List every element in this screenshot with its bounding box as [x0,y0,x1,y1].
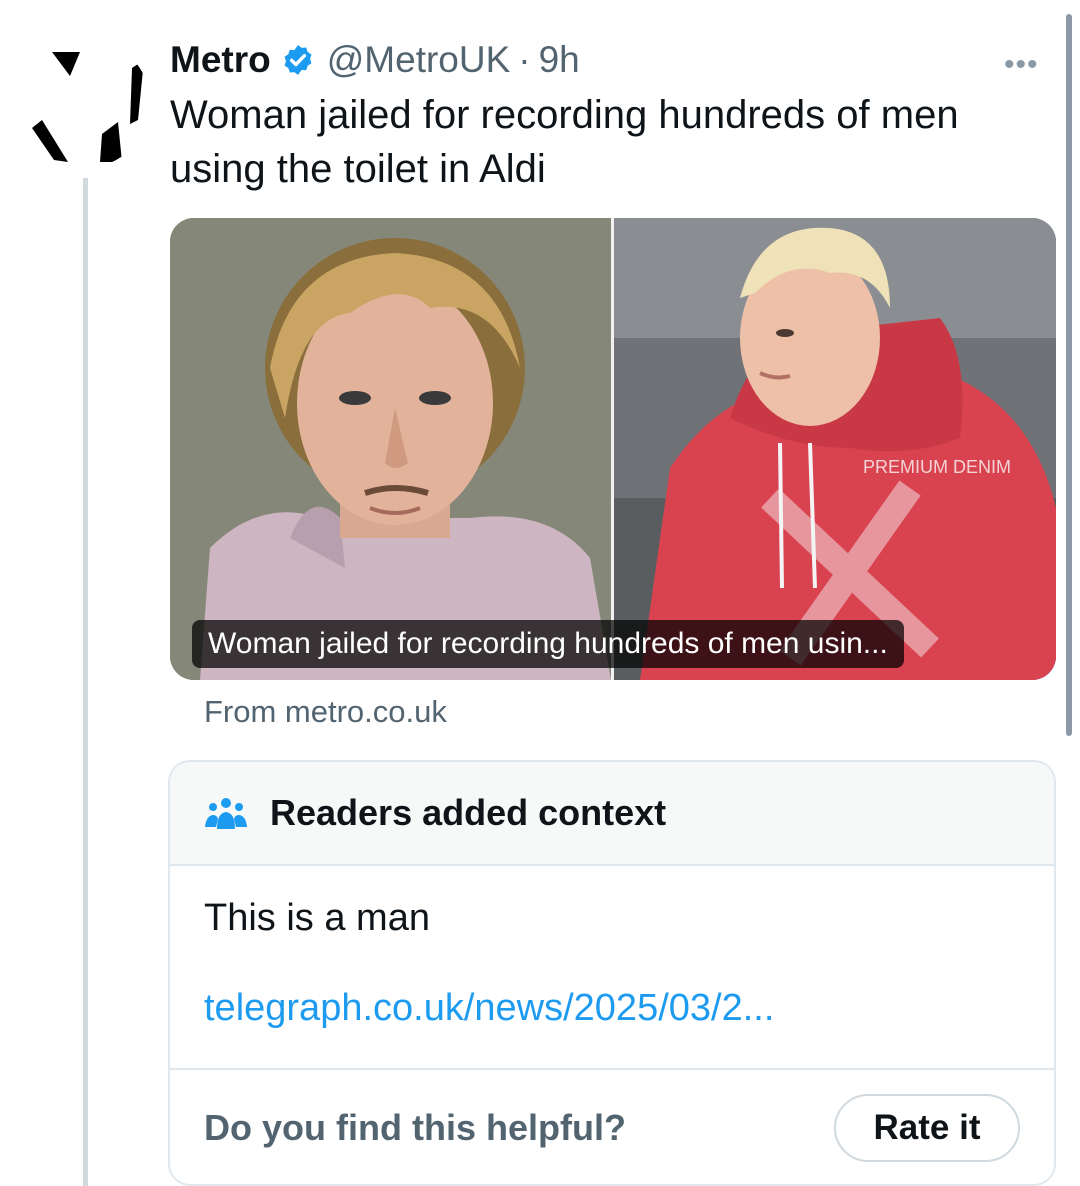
metro-logo-icon [20,38,150,168]
tweet-text: Woman jailed for recording hundreds of m… [170,93,959,191]
people-group-icon [205,798,247,829]
note-body: This is a man telegraph.co.uk/news/2025/… [170,866,1054,1070]
article-photo: PREMIUM DENIM [170,218,1056,680]
helpful-prompt: Do you find this helpful? [204,1107,626,1148]
author-handle[interactable]: @MetroUK [327,39,511,81]
card-source[interactable]: From metro.co.uk [204,694,447,730]
card-caption: Woman jailed for recording hundreds of m… [192,620,904,668]
verified-badge-icon [284,45,312,75]
link-card-media[interactable]: PREMIUM DENIM Woman jailed for recording… [170,218,1056,680]
dot-separator: · [518,39,531,80]
note-header: Readers added context [170,762,1054,866]
tweet-time[interactable]: 9h [539,39,580,81]
scrollbar[interactable] [1066,14,1072,736]
note-footer: Do you find this helpful? Rate it [170,1070,1054,1184]
author-name[interactable]: Metro [170,39,271,81]
thread-line [83,178,88,1186]
note-source-link[interactable]: telegraph.co.uk/news/2025/03/2... [204,984,1020,1032]
rate-it-button[interactable]: Rate it [834,1094,1020,1162]
tweet-header: Metro @MetroUK · 9h [170,36,580,84]
hoodie-print-text: PREMIUM DENIM [863,457,1011,477]
note-text: This is a man [204,897,430,939]
note-title: Readers added context [270,792,667,833]
metro-avatar[interactable] [20,38,150,168]
more-dots-icon[interactable]: ••• [1004,48,1039,82]
community-note: Readers added context This is a man tele… [168,760,1056,1186]
